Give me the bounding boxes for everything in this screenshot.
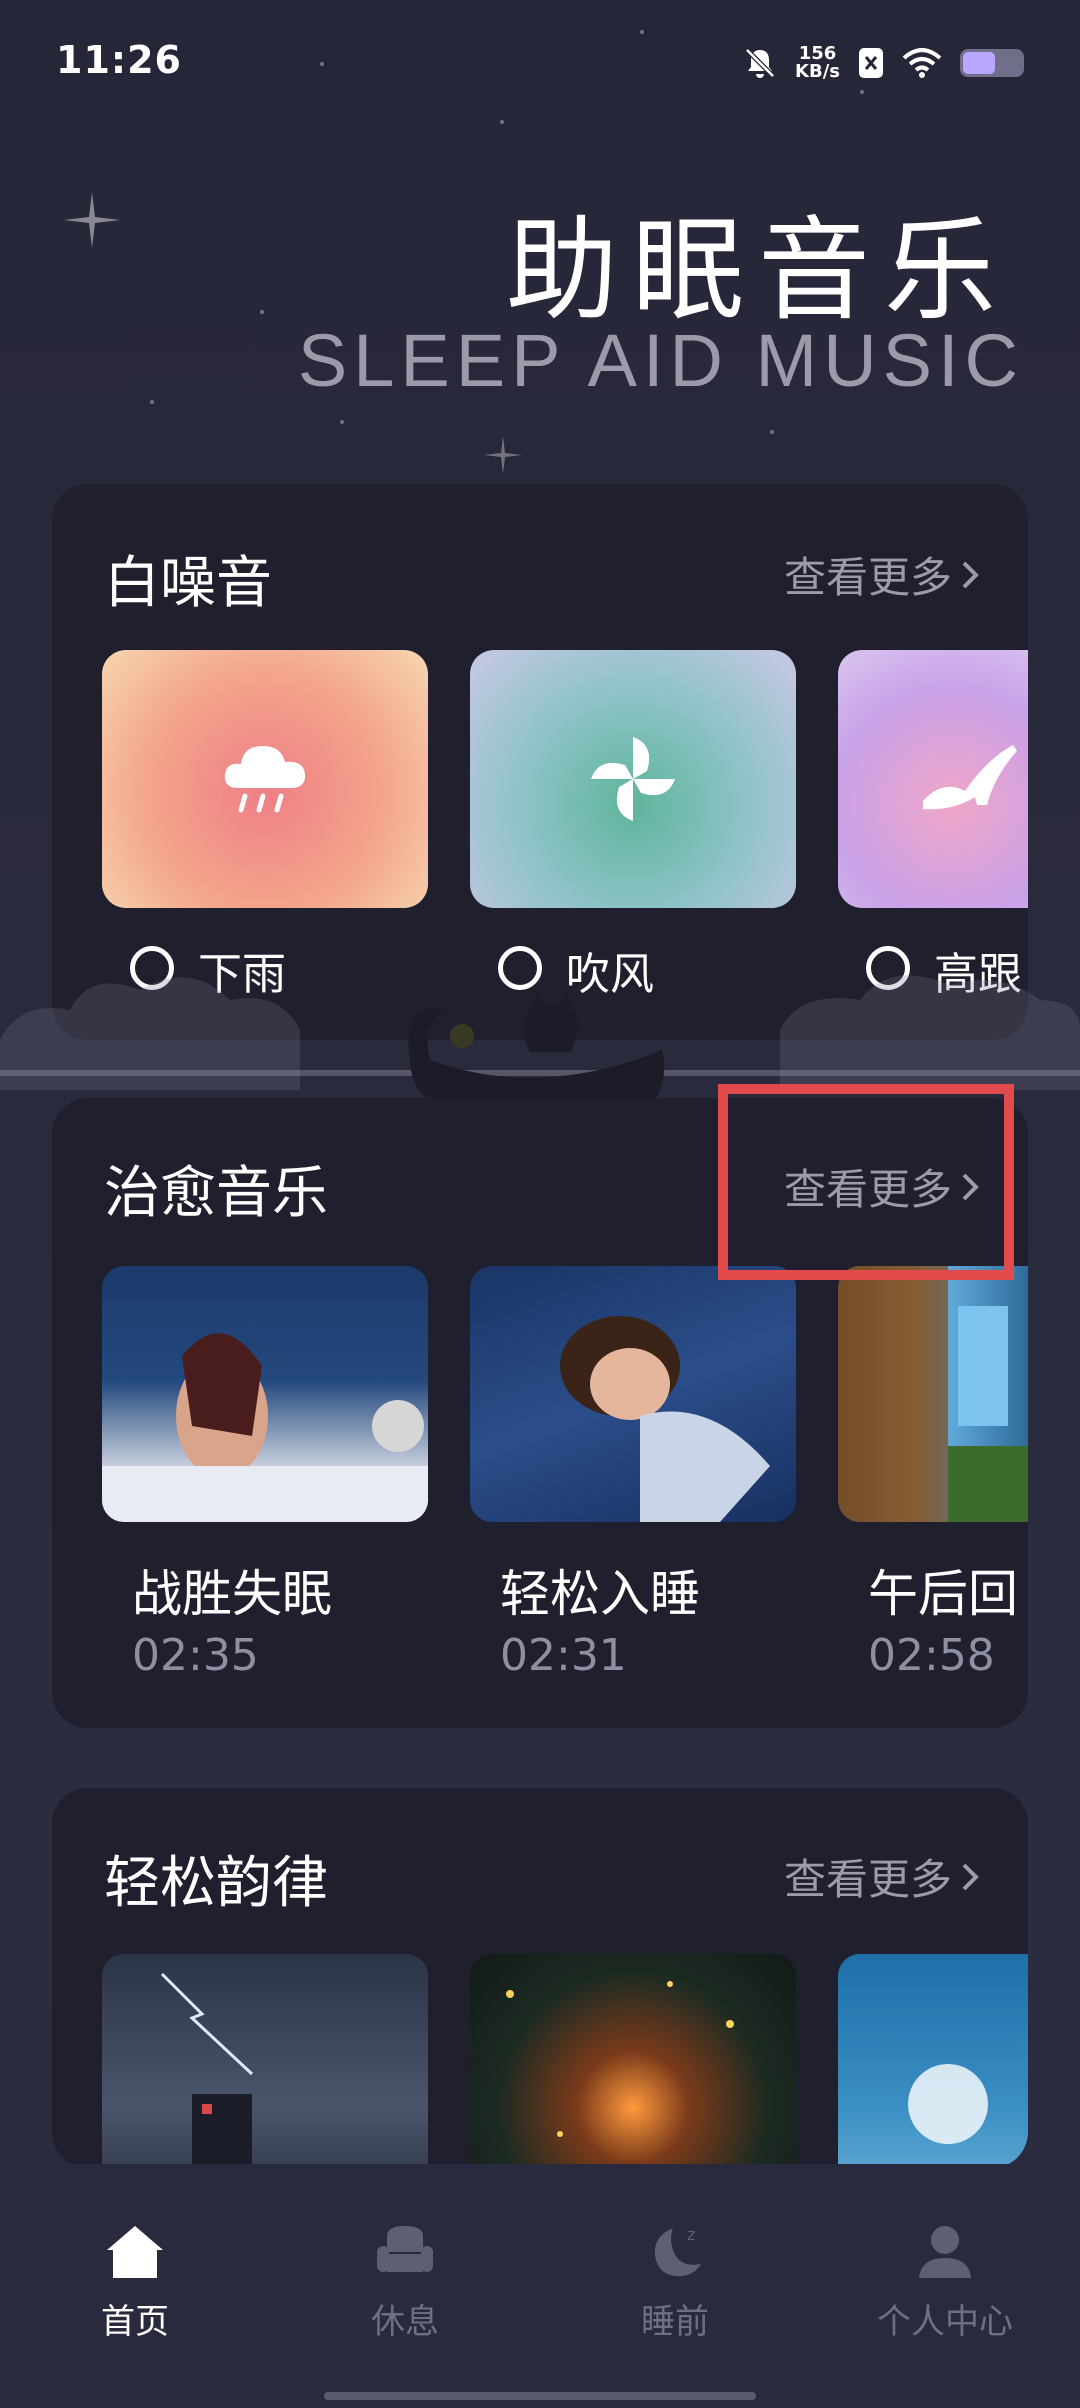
- song-duration: 02:31: [500, 1630, 627, 1681]
- song-title: 午后回: [868, 1565, 1018, 1623]
- section-title: 治愈音乐: [104, 1161, 328, 1226]
- network-speed: 156 KB/s: [795, 45, 840, 81]
- song-title: 战胜失眠: [132, 1565, 332, 1623]
- bottom-nav: 首页 休息 z 睡前 个人中心: [0, 2164, 1080, 2408]
- nav-label: 个人中心: [877, 2302, 1013, 2342]
- lightning-storm-image: [160, 1972, 254, 2168]
- relaxing-rhythm-more-link[interactable]: 查看更多: [784, 1846, 980, 1907]
- highlight-box: [718, 1084, 1014, 1280]
- section-title: 白噪音: [104, 551, 272, 616]
- dandelion-image: [908, 2064, 988, 2144]
- status-bar: 11:26 156 KB/s: [0, 0, 1080, 120]
- woman-sitting-image: [102, 1333, 428, 1522]
- sparkle-icon: [64, 192, 120, 248]
- armchair-icon: [377, 2226, 433, 2272]
- sparkle-icon: [484, 436, 522, 474]
- song-cover-afternoon[interactable]: [838, 1266, 1028, 1522]
- nav-item-profile[interactable]: 个人中心: [845, 2222, 1045, 2343]
- white-noise-tile-wind[interactable]: [470, 650, 796, 908]
- nav-label: 首页: [101, 2302, 169, 2342]
- song-title: 轻松入睡: [500, 1565, 700, 1623]
- person-icon: [919, 2226, 971, 2278]
- song-duration: 02:35: [132, 1630, 259, 1681]
- rhythm-cover-forest-lamp[interactable]: [470, 1954, 796, 2168]
- song-cover-sleep[interactable]: [470, 1266, 796, 1522]
- more-label: 查看更多: [783, 1855, 952, 1904]
- network-speed-unit: KB/s: [795, 61, 840, 82]
- rhythm-cover-dandelion[interactable]: [838, 1954, 1028, 2168]
- chevron-right-icon: [962, 1863, 979, 1890]
- white-noise-more-link[interactable]: 查看更多: [784, 544, 980, 605]
- page-subtitle: SLEEP AID MUSIC: [297, 319, 1024, 402]
- woman-sleeping-image: [560, 1316, 770, 1522]
- nav-item-bedtime[interactable]: z 睡前: [575, 2222, 775, 2343]
- home-indicator[interactable]: [324, 2392, 756, 2400]
- sim-off-icon: [859, 48, 883, 78]
- svg-text:z: z: [687, 2225, 695, 2244]
- white-noise-tile-rain[interactable]: [102, 650, 428, 908]
- white-noise-tile-heels[interactable]: [838, 650, 1028, 908]
- wind-pinwheel-icon: [591, 737, 675, 821]
- mute-bell-icon: [745, 48, 775, 78]
- song-duration: 02:58: [868, 1630, 995, 1681]
- chevron-right-icon: [962, 561, 979, 588]
- home-icon: [107, 2226, 163, 2278]
- section-title: 轻松韵律: [104, 1851, 328, 1916]
- status-icons: 156 KB/s: [743, 38, 1024, 88]
- more-label: 查看更多: [783, 553, 952, 602]
- battery-fill: [963, 52, 995, 74]
- nav-item-rest[interactable]: 休息: [305, 2222, 505, 2343]
- nav-item-home[interactable]: 首页: [35, 2222, 235, 2343]
- forest-lamp-image: [506, 1981, 734, 2137]
- high-heel-icon: [923, 745, 1017, 810]
- song-cover-insomnia[interactable]: [102, 1266, 428, 1522]
- status-time: 11:26: [56, 38, 182, 82]
- rhythm-cover-storm[interactable]: [102, 1954, 428, 2168]
- street-view-image: [838, 1266, 1028, 1522]
- nav-label: 睡前: [641, 2302, 709, 2342]
- rain-cloud-icon: [224, 746, 305, 813]
- nav-label: 休息: [371, 2302, 439, 2342]
- battery-icon: [960, 49, 1024, 77]
- moon-icon: z: [654, 2225, 701, 2277]
- wifi-icon: [902, 48, 942, 78]
- relaxing-rhythm-section: 轻松韵律 查看更多: [52, 1788, 1028, 2168]
